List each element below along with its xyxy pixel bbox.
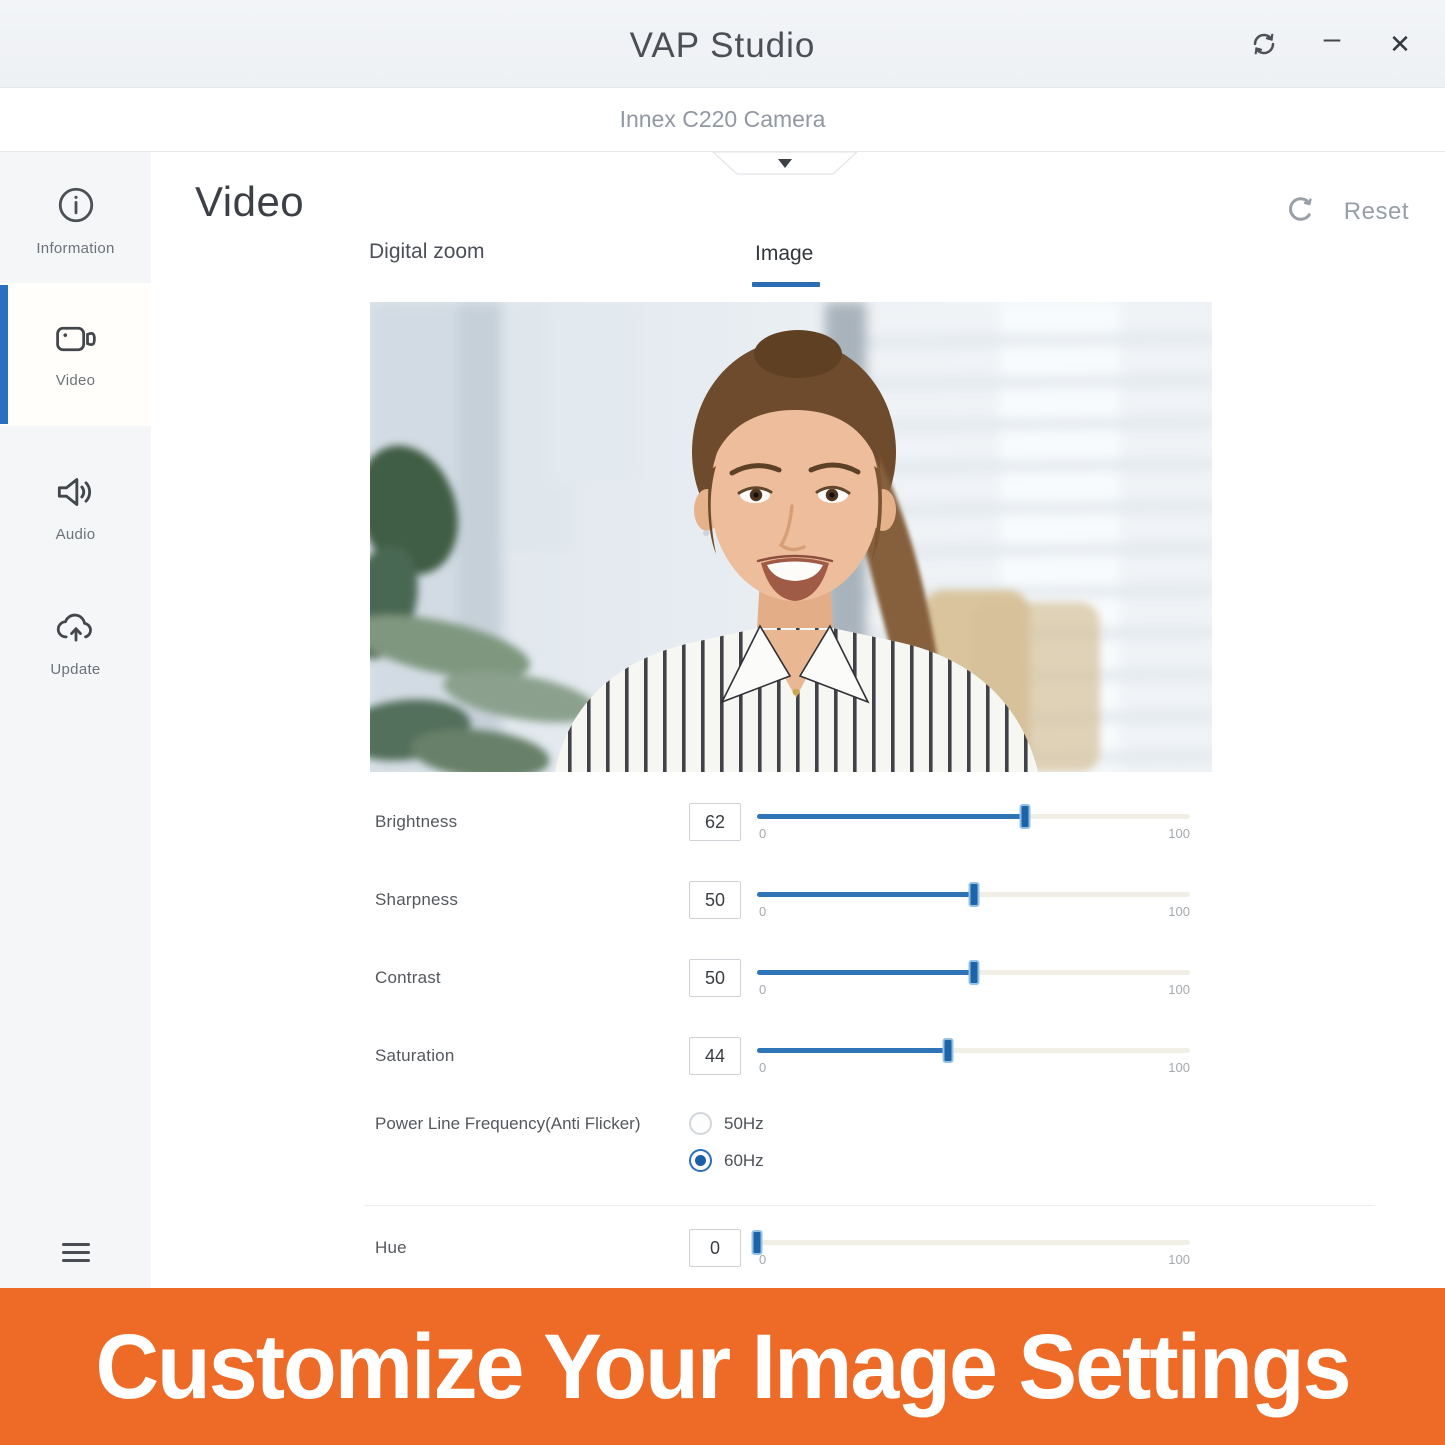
app-title: VAP Studio — [0, 26, 1445, 66]
tab-image[interactable]: Image — [755, 242, 813, 266]
page-title: Video — [195, 178, 304, 226]
slider-label: Saturation — [375, 1046, 455, 1066]
brightness-value-input[interactable]: 62 — [689, 803, 741, 841]
tab-bar: Digital zoom Image — [151, 236, 1445, 286]
app-window: VAP Studio – ✕ Innex C220 Camera — [0, 0, 1445, 1445]
promo-banner-text: Customize Your Image Settings — [95, 1313, 1349, 1419]
saturation-slider[interactable]: 0 100 — [757, 1036, 1190, 1078]
radio-option-50hz[interactable]: 50Hz — [689, 1112, 764, 1135]
sidebar-item-information[interactable]: Information — [0, 184, 151, 284]
contrast-slider[interactable]: 0 100 — [757, 958, 1190, 1000]
hue-slider[interactable]: 0 100 — [757, 1228, 1190, 1270]
slider-label: Hue — [375, 1238, 407, 1258]
setting-row-hue: Hue 0 0 100 — [375, 1226, 1389, 1270]
radio-button-selected[interactable] — [689, 1149, 712, 1172]
slider-max-label: 100 — [1168, 826, 1190, 841]
window-controls: – ✕ — [1247, 0, 1417, 88]
slider-min-label: 0 — [759, 904, 766, 919]
section-divider — [365, 1205, 1375, 1206]
sidebar-item-label: Video — [56, 372, 96, 389]
menu-icon[interactable] — [62, 1238, 90, 1267]
reset-button[interactable]: Reset — [1286, 194, 1409, 229]
device-name[interactable]: Innex C220 Camera — [0, 106, 1445, 133]
radio-option-60hz[interactable]: 60Hz — [689, 1149, 764, 1172]
camera-preview — [370, 302, 1212, 772]
sharpness-slider[interactable]: 0 100 — [757, 880, 1190, 922]
device-dropdown-toggle[interactable] — [712, 152, 858, 176]
brightness-slider[interactable]: 0 100 — [757, 802, 1190, 844]
hue-value-input[interactable]: 0 — [689, 1229, 741, 1267]
slider-thumb[interactable] — [1020, 804, 1031, 829]
sidebar-item-label: Information — [36, 240, 114, 257]
reset-icon — [1286, 194, 1316, 229]
radio-button-unselected[interactable] — [689, 1112, 712, 1135]
slider-min-label: 0 — [759, 1060, 766, 1075]
tab-digital-zoom[interactable]: Digital zoom — [369, 240, 485, 264]
setting-row-sharpness: Sharpness 50 0 100 — [375, 878, 1389, 922]
sharpness-value-input[interactable]: 50 — [689, 881, 741, 919]
slider-max-label: 100 — [1168, 1252, 1190, 1267]
reset-label: Reset — [1344, 198, 1409, 226]
slider-fill — [757, 814, 1025, 819]
radio-label: 50Hz — [724, 1114, 764, 1134]
slider-label: Sharpness — [375, 890, 458, 910]
video-panel: Video Reset Digital zoom Image — [151, 152, 1445, 1288]
power-line-frequency-label: Power Line Frequency(Anti Flicker) — [375, 1114, 640, 1134]
minimize-button[interactable]: – — [1315, 27, 1349, 61]
slider-track[interactable] — [757, 1240, 1190, 1245]
slider-max-label: 100 — [1168, 982, 1190, 997]
sidebar-item-label: Update — [50, 661, 100, 678]
sidebar-item-video[interactable]: Video — [0, 283, 151, 426]
sidebar-item-label: Audio — [56, 526, 96, 543]
slider-max-label: 100 — [1168, 904, 1190, 919]
setting-row-brightness: Brightness 62 0 100 — [375, 800, 1389, 844]
slider-fill — [757, 970, 974, 975]
setting-row-saturation: Saturation 44 0 100 — [375, 1034, 1389, 1078]
slider-label: Contrast — [375, 968, 441, 988]
cloud-upload-icon — [53, 607, 99, 647]
active-tab-underline — [752, 282, 820, 287]
slider-fill — [757, 1048, 948, 1053]
slider-min-label: 0 — [759, 982, 766, 997]
speaker-icon — [54, 472, 98, 512]
slider-min-label: 0 — [759, 1252, 766, 1267]
slider-thumb[interactable] — [968, 960, 979, 985]
refresh-icon[interactable] — [1247, 27, 1281, 61]
setting-row-contrast: Contrast 50 0 100 — [375, 956, 1389, 1000]
radio-label: 60Hz — [724, 1151, 764, 1171]
sidebar-item-update[interactable]: Update — [0, 592, 151, 692]
promo-banner: Customize Your Image Settings — [0, 1288, 1445, 1445]
title-bar: VAP Studio – ✕ — [0, 0, 1445, 88]
slider-thumb[interactable] — [942, 1038, 953, 1063]
sidebar: Information Video Audio — [0, 152, 151, 1288]
slider-min-label: 0 — [759, 826, 766, 841]
slider-thumb[interactable] — [968, 882, 979, 907]
slider-fill — [757, 892, 974, 897]
info-icon — [55, 184, 97, 226]
device-bar: Innex C220 Camera — [0, 88, 1445, 152]
close-button[interactable]: ✕ — [1383, 27, 1417, 61]
slider-max-label: 100 — [1168, 1060, 1190, 1075]
sidebar-item-audio[interactable]: Audio — [0, 457, 151, 557]
saturation-value-input[interactable]: 44 — [689, 1037, 741, 1075]
video-camera-icon — [53, 320, 99, 358]
contrast-value-input[interactable]: 50 — [689, 959, 741, 997]
slider-label: Brightness — [375, 812, 457, 832]
